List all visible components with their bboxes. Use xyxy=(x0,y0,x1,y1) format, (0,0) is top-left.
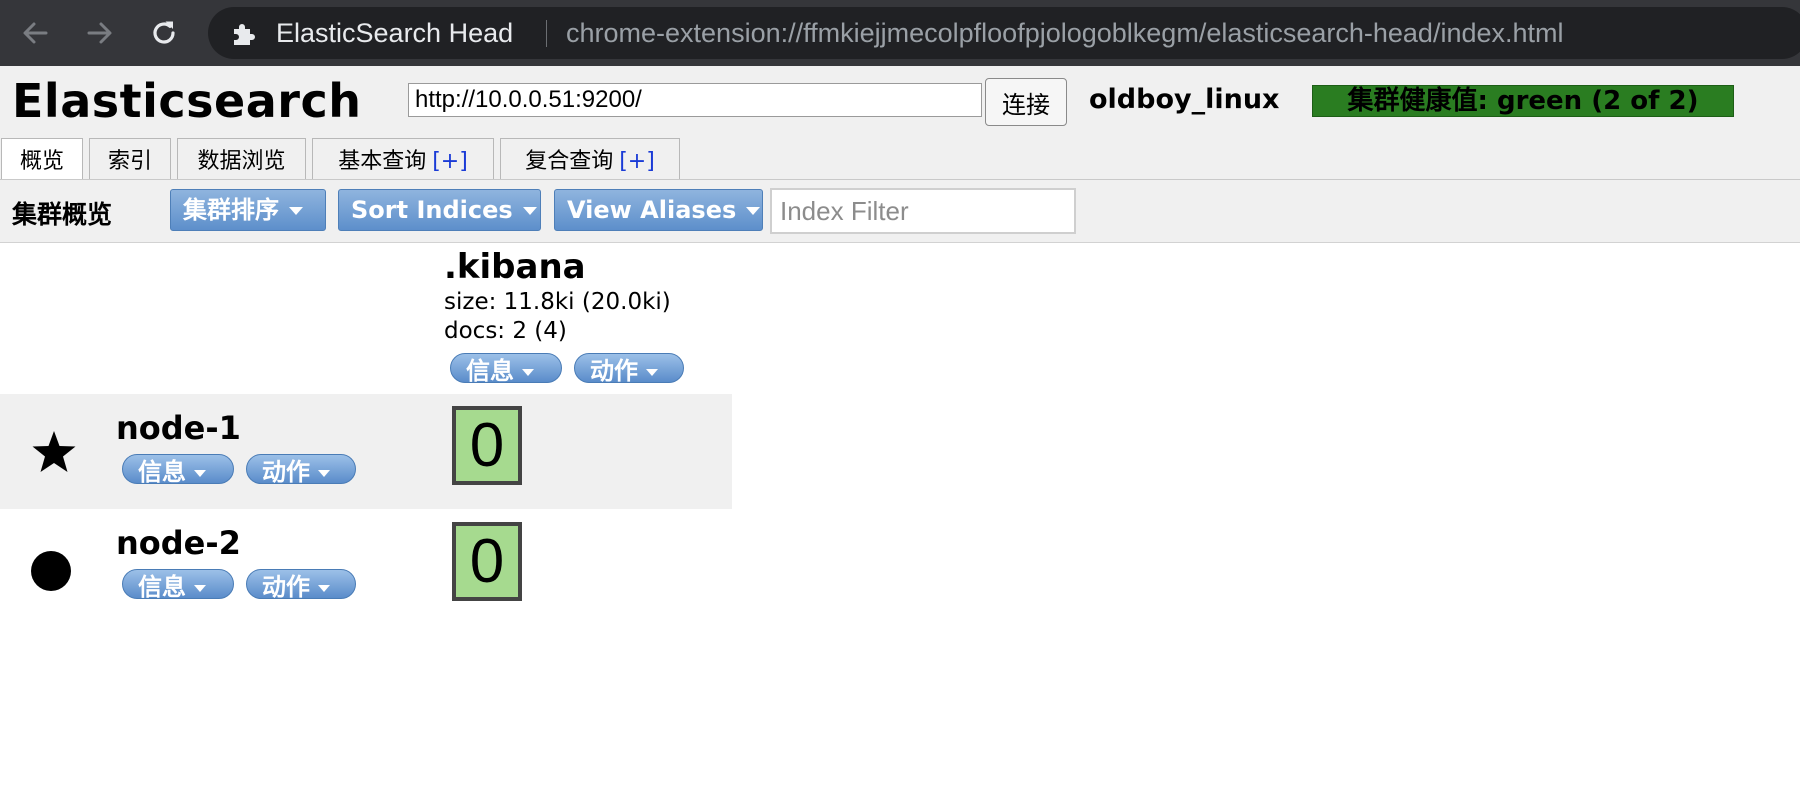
sort-indices-button[interactable]: Sort Indices xyxy=(338,189,541,231)
button-label: 动作 xyxy=(262,458,310,484)
node-info-button[interactable]: 信息 xyxy=(122,569,234,599)
node-row: node-2 信息 动作 0 xyxy=(0,509,732,624)
tab-label: 数据浏览 xyxy=(197,149,286,174)
address-bar[interactable]: ElasticSearch Head chrome-extension://ff… xyxy=(208,7,1800,59)
button-label: Sort Indices xyxy=(351,196,513,224)
reload-button[interactable] xyxy=(145,14,183,52)
chevron-down-icon xyxy=(289,207,303,215)
index-name: .kibana xyxy=(444,247,586,287)
index-filter-input[interactable] xyxy=(770,188,1076,234)
tab-label: 基本查询 xyxy=(338,149,427,174)
chevron-down-icon xyxy=(746,207,761,215)
node-action-button[interactable]: 动作 xyxy=(246,454,356,484)
tab-plus: [+] xyxy=(619,149,655,174)
button-label: 动作 xyxy=(262,573,310,599)
cluster-name: oldboy_linux xyxy=(1089,84,1280,115)
node-info-button[interactable]: 信息 xyxy=(122,454,234,484)
cluster-health-badge: 集群健康值: green (2 of 2) xyxy=(1312,85,1734,117)
brand-title: Elasticsearch xyxy=(12,74,362,128)
button-label: 信息 xyxy=(138,458,186,484)
index-info-button[interactable]: 信息 xyxy=(450,353,562,383)
index-size: size: 11.8ki (20.0ki) xyxy=(444,289,671,315)
arrow-left-icon xyxy=(23,22,48,44)
node-name: node-2 xyxy=(116,524,241,562)
cluster-sort-button[interactable]: 集群排序 xyxy=(170,189,326,231)
chevron-down-icon xyxy=(522,207,537,215)
connect-button[interactable]: 连接 xyxy=(985,78,1067,126)
url-text[interactable]: chrome-extension://ffmkiejjmecolpfloofpj… xyxy=(566,7,1564,59)
node-name: node-1 xyxy=(116,409,241,447)
chevron-down-icon xyxy=(318,469,330,477)
extension-name: ElasticSearch Head xyxy=(276,18,514,48)
button-label: 信息 xyxy=(466,357,514,383)
chevron-down-icon xyxy=(194,469,206,477)
tab-label: 复合查询 xyxy=(525,149,614,174)
view-aliases-button[interactable]: View Aliases xyxy=(554,189,763,231)
puzzle-icon xyxy=(234,24,255,45)
tab-indices[interactable]: 索引 xyxy=(89,138,171,179)
overview-toolbar: 集群概览 集群排序 Sort Indices View Aliases xyxy=(0,179,1800,243)
tab-plus: [+] xyxy=(432,149,468,174)
connection-url-input[interactable] xyxy=(408,83,982,117)
index-action-button[interactable]: 动作 xyxy=(574,353,684,383)
tab-compound-query[interactable]: 复合查询 [+] xyxy=(500,138,680,179)
arrow-right-icon xyxy=(87,22,112,44)
shard-box[interactable]: 0 xyxy=(452,522,522,601)
tab-basic-query[interactable]: 基本查询 [+] xyxy=(312,138,494,179)
browser-toolbar: ElasticSearch Head chrome-extension://ff… xyxy=(0,0,1800,66)
node-row: node-1 信息 动作 0 xyxy=(0,394,732,509)
chevron-down-icon xyxy=(318,584,330,592)
tab-overview[interactable]: 概览 xyxy=(1,138,83,180)
shard-box[interactable]: 0 xyxy=(452,406,522,485)
tab-browser[interactable]: 数据浏览 xyxy=(177,138,306,179)
node-action-button[interactable]: 动作 xyxy=(246,569,356,599)
chevron-down-icon xyxy=(194,584,206,592)
reload-icon xyxy=(153,21,175,44)
button-label: 动作 xyxy=(590,357,638,383)
toolbar-title: 集群概览 xyxy=(12,200,113,229)
address-separator xyxy=(546,20,547,47)
tab-label: 索引 xyxy=(107,149,152,174)
chevron-down-icon xyxy=(646,368,658,376)
circle-icon xyxy=(31,551,71,591)
button-label: 信息 xyxy=(138,573,186,599)
forward-button[interactable] xyxy=(81,14,119,52)
star-icon xyxy=(32,431,76,472)
index-docs: docs: 2 (4) xyxy=(444,318,567,344)
button-label: View Aliases xyxy=(567,196,737,224)
button-label: 集群排序 xyxy=(183,196,279,224)
app-header: Elasticsearch 连接 oldboy_linux 集群健康值: gre… xyxy=(0,66,1800,180)
chevron-down-icon xyxy=(522,368,534,376)
tab-label: 概览 xyxy=(19,149,64,174)
back-button[interactable] xyxy=(16,14,54,52)
